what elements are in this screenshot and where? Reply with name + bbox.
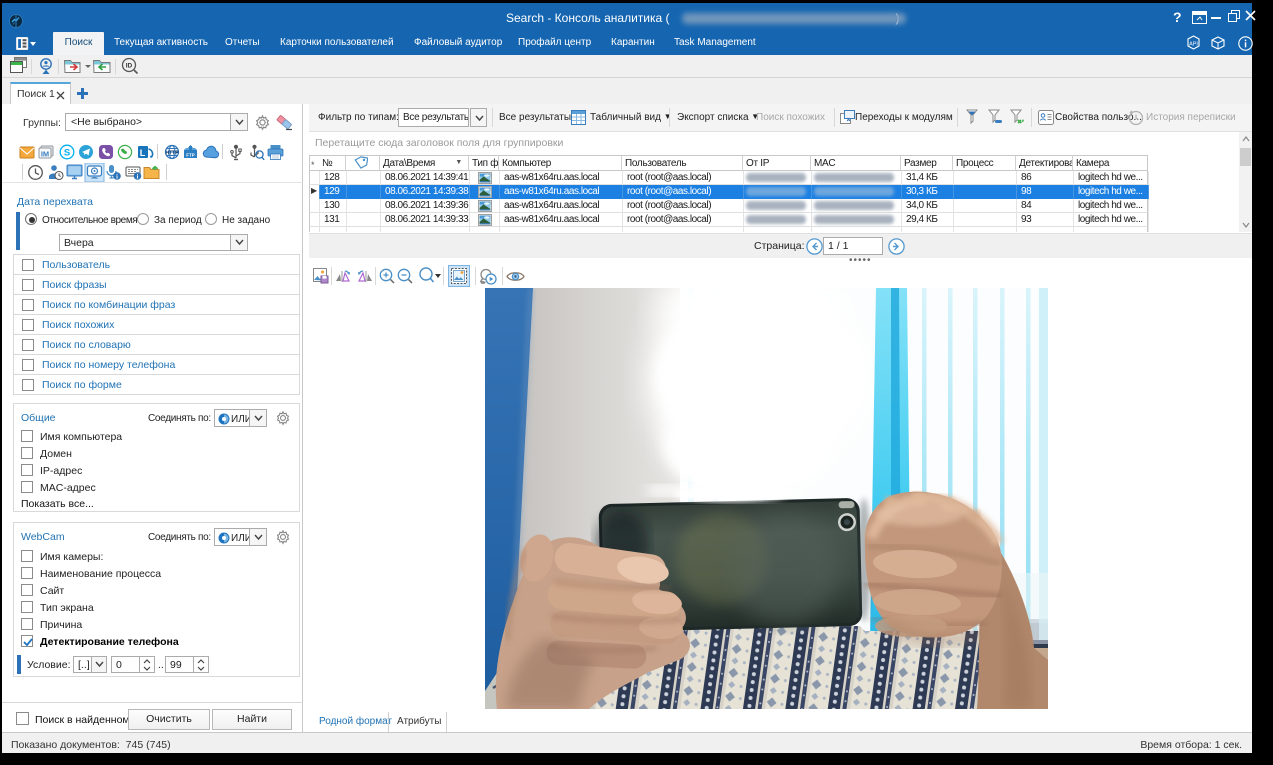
svg-text:IM: IM — [41, 150, 49, 159]
svg-text:S: S — [64, 148, 70, 159]
svg-text:FTP: FTP — [186, 153, 195, 158]
svg-text:API: API — [1189, 42, 1198, 48]
svg-text:L: L — [140, 148, 146, 158]
svg-text:i: i — [116, 174, 118, 181]
svg-text:i: i — [137, 174, 139, 181]
svg-text:ID: ID — [126, 63, 133, 70]
svg-text:HTTP: HTTP — [165, 150, 179, 156]
